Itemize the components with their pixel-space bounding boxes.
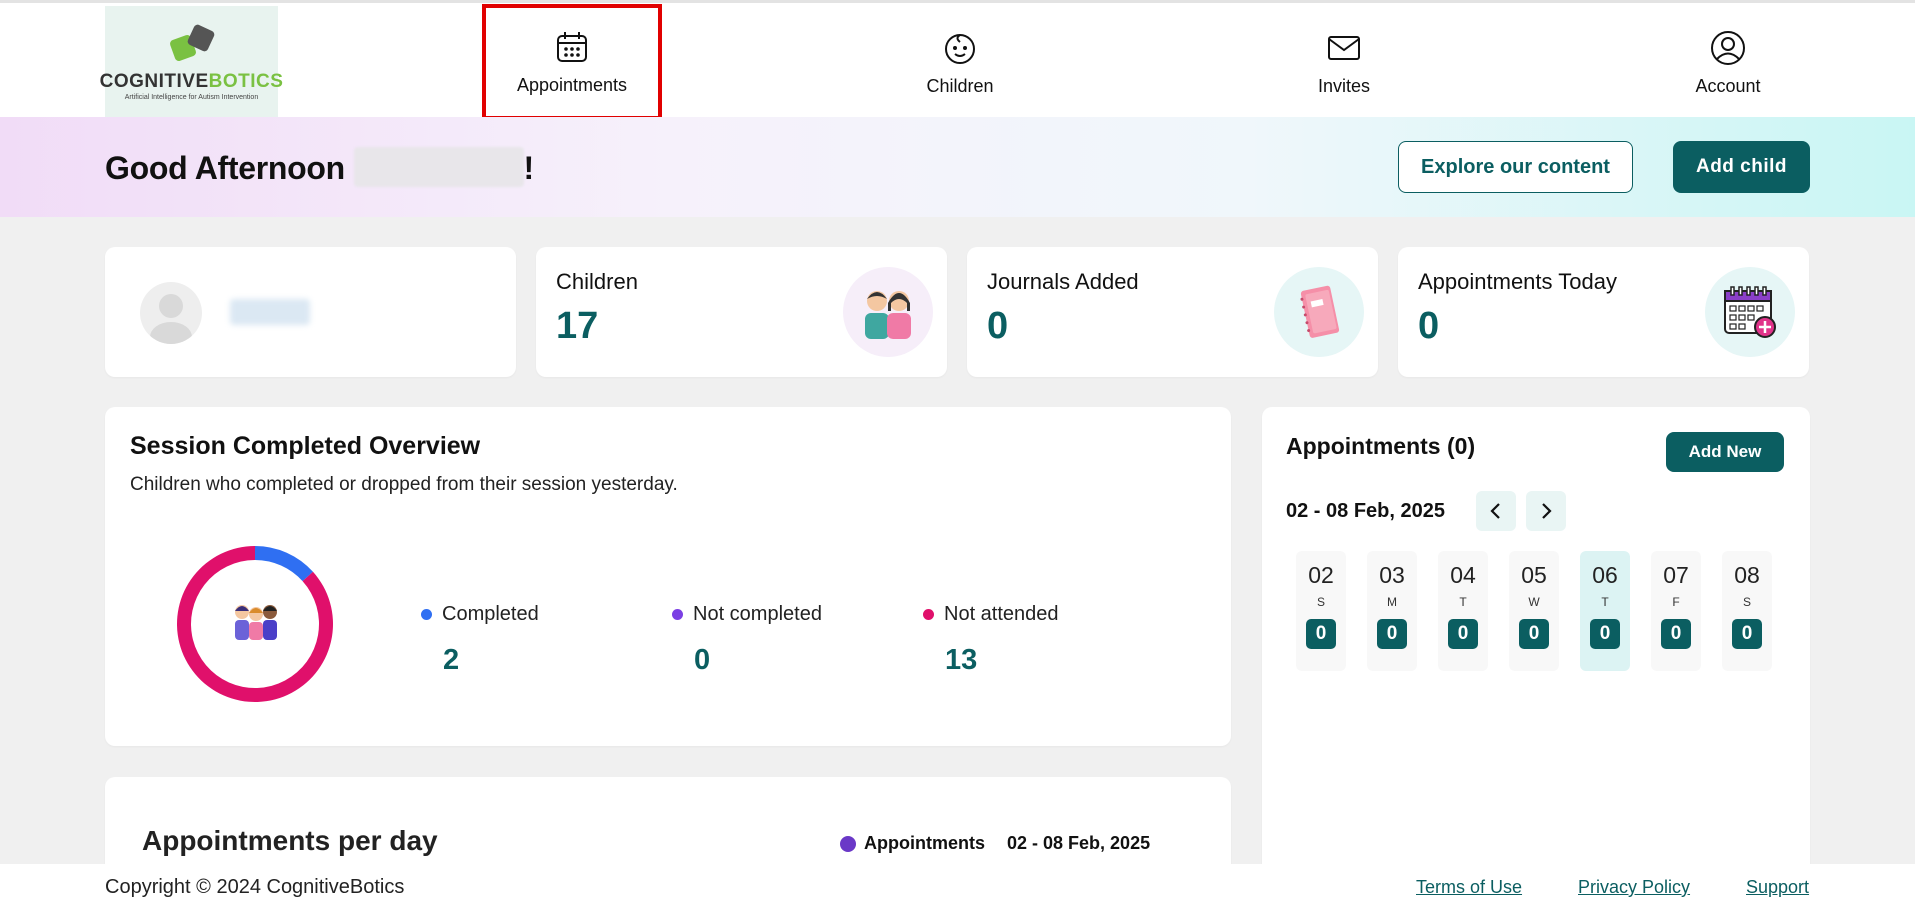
day-cell[interactable]: 04 T 0	[1438, 551, 1488, 671]
greeting-text: Good Afternoon !	[105, 147, 534, 187]
journals-stat-value: 0	[987, 305, 1009, 347]
nav-invites-label: Invites	[1317, 75, 1371, 96]
copyright-text: Copyright © 2024 CognitiveBotics	[105, 876, 405, 898]
donut-slice-completed	[255, 546, 313, 582]
legend-dot-completed	[421, 609, 432, 620]
add-child-button[interactable]: Add child	[1673, 141, 1810, 193]
terms-of-use-link[interactable]: Terms of Use	[1416, 877, 1522, 898]
session-overview-card: Session Completed Overview Children who …	[105, 407, 1231, 746]
explore-content-button[interactable]: Explore our content	[1398, 141, 1633, 193]
add-new-appointment-button[interactable]: Add New	[1666, 432, 1784, 472]
day-cell[interactable]: 08 S 0	[1722, 551, 1772, 671]
day-cell[interactable]: 07 F 0	[1651, 551, 1701, 671]
nav-children-label: Children	[926, 75, 994, 96]
baby-face-icon	[945, 33, 975, 64]
legend-completed: Completed 2	[421, 603, 539, 677]
day-cell[interactable]: 05 W 0	[1509, 551, 1559, 671]
nav-appointments-label: Appointments	[516, 74, 628, 95]
profile-card	[105, 247, 516, 377]
calendar-icon	[557, 31, 587, 62]
legend-not-attended: Not attended 13	[923, 603, 1059, 677]
kids-group-icon	[235, 605, 277, 640]
completed-count: 2	[443, 644, 460, 676]
greeting-banner: Good Afternoon ! Explore our content Add…	[0, 117, 1915, 217]
puzzle-logo-icon	[168, 23, 216, 67]
not-attended-count: 13	[945, 644, 978, 676]
journals-stat-card[interactable]: Journals Added 0	[967, 247, 1378, 377]
nav-appointments[interactable]: Appointments	[482, 4, 662, 120]
legend-dot-appointments	[840, 835, 856, 852]
envelope-icon	[1328, 35, 1360, 60]
week-range-label: 02 - 08 Feb, 2025	[1286, 500, 1445, 522]
blurred-username	[230, 299, 310, 325]
appointments-per-day-title: Appointments per day	[142, 825, 438, 856]
appointments-today-value: 0	[1418, 305, 1440, 347]
not-completed-count: 0	[694, 644, 711, 676]
appointments-panel-title: Appointments (0)	[1286, 433, 1476, 459]
two-kids-icon	[843, 267, 933, 357]
session-overview-subtitle: Children who completed or dropped from t…	[130, 474, 678, 495]
appointments-panel: Appointments (0) Add New 02 - 08 Feb, 20…	[1262, 407, 1810, 911]
cognitivebotics-logo[interactable]: COGNITIVEBOTICS Artificial Intelligence …	[100, 6, 283, 120]
day-cell[interactable]: 03 M 0	[1367, 551, 1417, 671]
chevron-left-icon	[1490, 503, 1500, 519]
calendar-add-icon	[1705, 267, 1795, 357]
children-stat-label: Children	[556, 269, 638, 294]
legend-dot-not-completed	[672, 609, 683, 620]
children-stat-value: 17	[556, 305, 599, 347]
legend-not-completed: Not completed 0	[672, 603, 822, 677]
support-link[interactable]: Support	[1746, 877, 1809, 898]
nav-account-label: Account	[1695, 75, 1761, 96]
avatar	[140, 282, 202, 344]
privacy-policy-link[interactable]: Privacy Policy	[1578, 877, 1690, 898]
day-cell-selected[interactable]: 06 T 0	[1580, 551, 1630, 671]
nav-children[interactable]: Children	[870, 6, 1050, 120]
week-days-strip: 02 S 0 03 M 0 04 T 0 05 W 0 06 T 0 07 F 0 08 S 0	[1296, 551, 1776, 671]
session-overview-title: Session Completed Overview	[130, 432, 481, 460]
appointments-per-day-legend: Appointments	[840, 833, 985, 854]
journals-stat-label: Journals Added	[987, 269, 1139, 294]
appointments-today-card[interactable]: Appointments Today 0	[1398, 247, 1809, 377]
children-stat-card[interactable]: Children 17	[536, 247, 947, 377]
previous-week-button[interactable]	[1476, 491, 1516, 531]
appointments-today-label: Appointments Today	[1418, 269, 1617, 294]
appointments-per-day-range: 02 - 08 Feb, 2025	[1007, 833, 1151, 853]
legend-dot-not-attended	[923, 609, 934, 620]
day-cell[interactable]: 02 S 0	[1296, 551, 1346, 671]
notebook-icon	[1274, 267, 1364, 357]
top-navigation: COGNITIVEBOTICS Artificial Intelligence …	[0, 0, 1915, 120]
user-circle-icon	[1711, 30, 1745, 65]
next-week-button[interactable]	[1526, 491, 1566, 531]
nav-account[interactable]: Account	[1638, 6, 1818, 120]
chevron-right-icon	[1542, 503, 1552, 519]
blurred-user-name	[353, 147, 524, 187]
footer: Copyright © 2024 CognitiveBotics Terms o…	[0, 864, 1915, 911]
logo-tagline: Artificial Intelligence for Autism Inter…	[124, 94, 259, 101]
nav-invites[interactable]: Invites	[1254, 6, 1434, 120]
session-donut-chart	[177, 546, 333, 702]
logo-wordmark: COGNITIVEBOTICS	[99, 71, 284, 92]
